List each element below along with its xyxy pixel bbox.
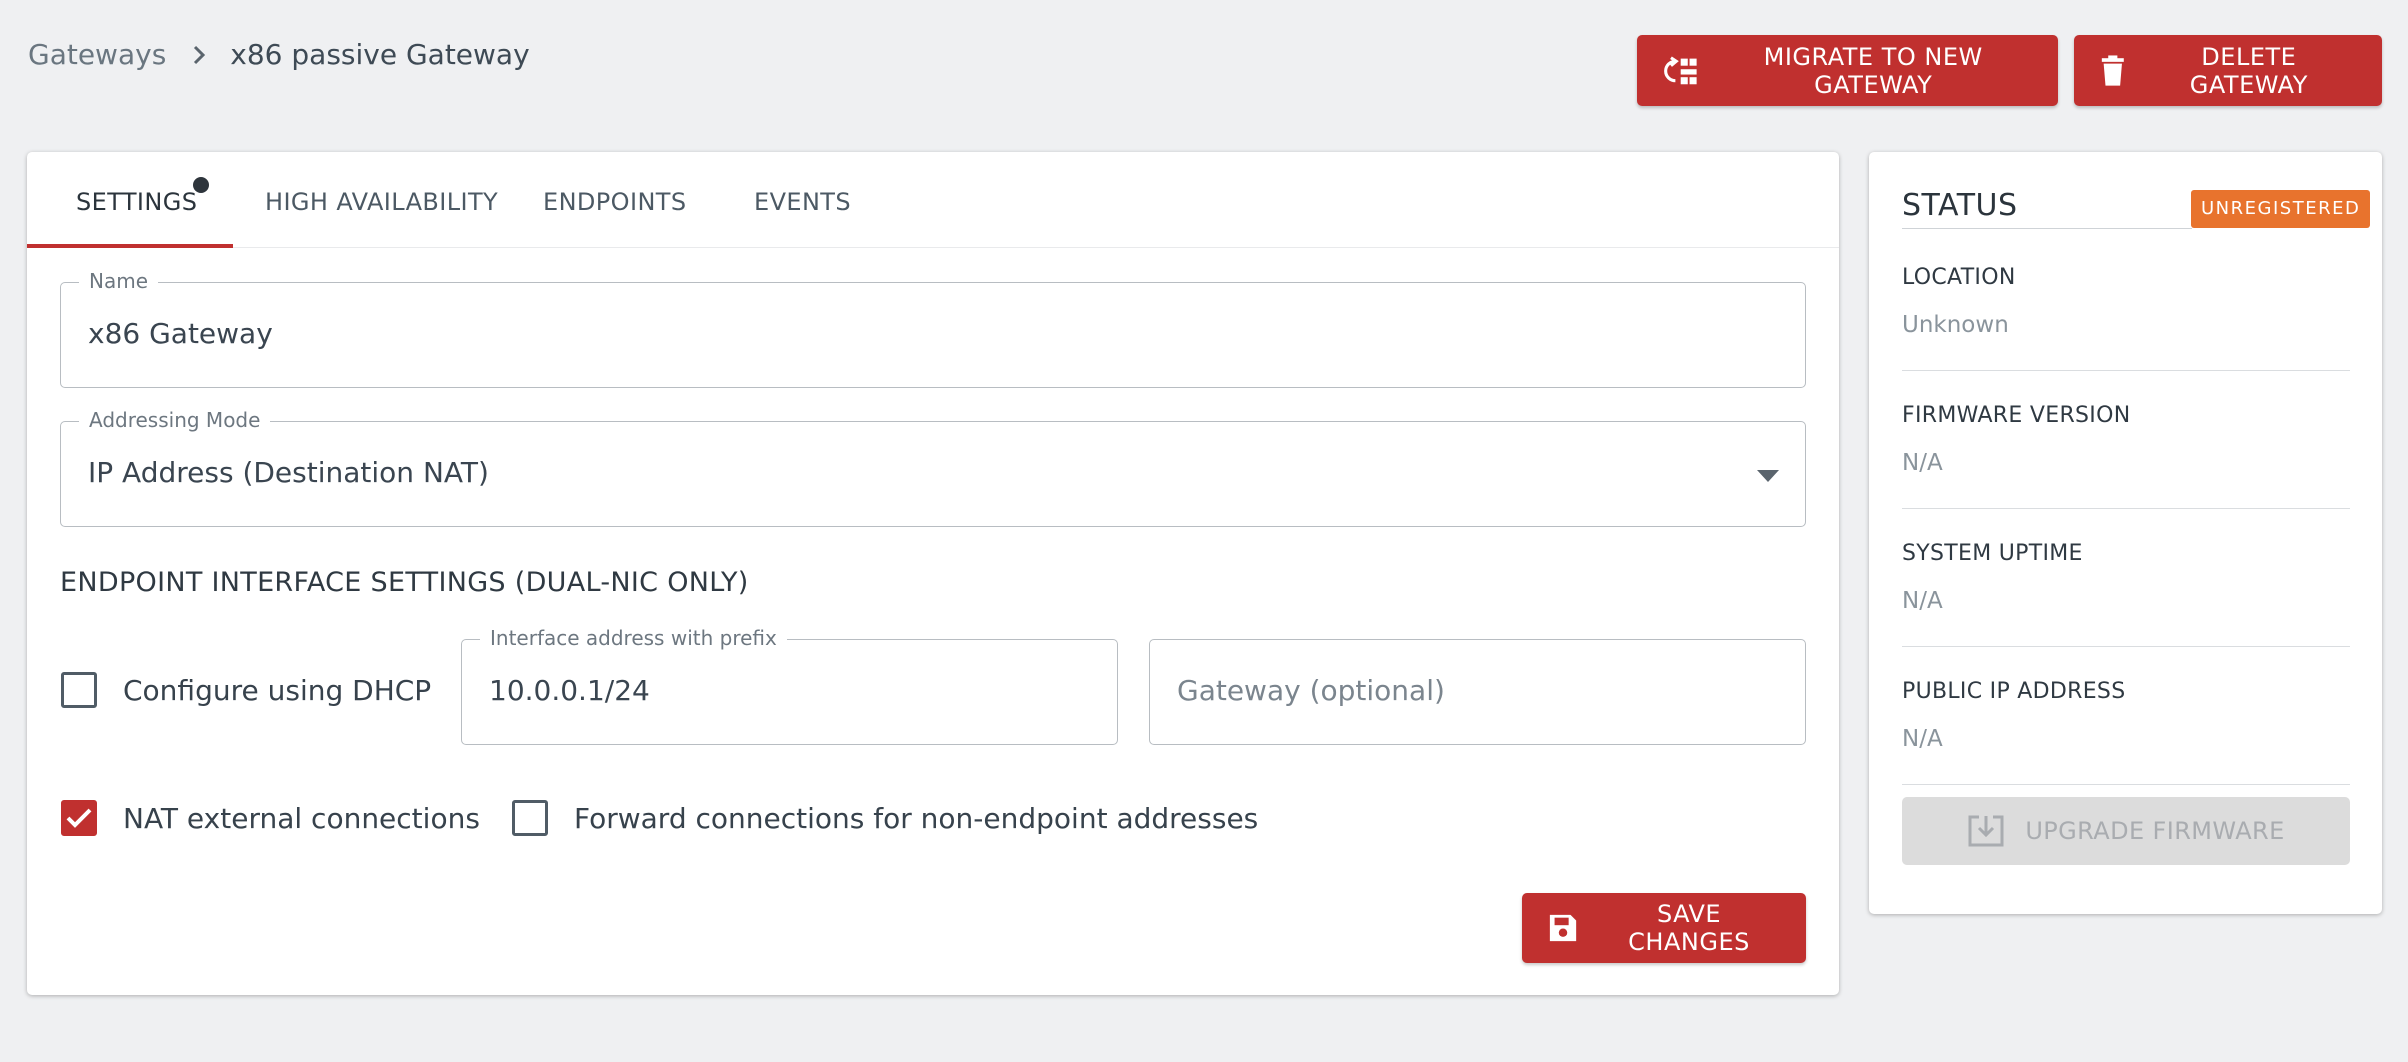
gateway-detail-page: Gateways x86 passive Gateway MIGRATE TO … <box>0 0 2408 1062</box>
breadcrumb-gateways-link[interactable]: Gateways <box>28 38 166 71</box>
unsaved-changes-dot <box>193 177 209 193</box>
dhcp-checkbox[interactable] <box>61 672 97 708</box>
active-tab-indicator <box>27 244 233 248</box>
system-uptime-label: SYSTEM UPTIME <box>1902 541 2083 566</box>
name-field-value: x86 Gateway <box>88 317 273 350</box>
floppy-disk-icon <box>1549 914 1577 942</box>
name-field[interactable]: Name x86 Gateway <box>60 269 1806 388</box>
gateway-field-placeholder: Gateway (optional) <box>1177 674 1445 707</box>
addressing-mode-label: Addressing Mode <box>79 408 271 432</box>
migrate-gateway-label: MIGRATE TO NEW GATEWAY <box>1763 42 1983 99</box>
status-title: STATUS <box>1902 188 2018 223</box>
system-uptime-value: N/A <box>1902 588 1943 614</box>
upgrade-firmware-button[interactable]: UPGRADE FIRMWARE <box>1902 797 2350 865</box>
forward-connections-checkbox-row[interactable]: Forward connections for non-endpoint add… <box>512 800 1258 836</box>
status-item-system-uptime: SYSTEM UPTIME N/A <box>1902 541 2350 647</box>
check-icon <box>66 808 92 828</box>
caret-down-icon <box>1757 470 1779 482</box>
save-changes-label: SAVE CHANGES <box>1628 900 1750 956</box>
firmware-version-label: FIRMWARE VERSION <box>1902 403 2131 428</box>
trash-icon <box>2101 54 2124 86</box>
interface-address-label: Interface address with prefix <box>480 626 787 650</box>
breadcrumb-current: x86 passive Gateway <box>230 38 530 71</box>
status-title-divider <box>1902 228 2192 229</box>
interface-address-value: 10.0.0.1/24 <box>489 674 650 707</box>
endpoint-interface-section-title: ENDPOINT INTERFACE SETTINGS (DUAL-NIC ON… <box>60 567 749 598</box>
registration-status-badge: UNREGISTERED <box>2191 190 2371 228</box>
public-ip-label: PUBLIC IP ADDRESS <box>1902 679 2126 704</box>
migrate-gateway-button[interactable]: MIGRATE TO NEW GATEWAY <box>1637 35 2058 106</box>
settings-card: SETTINGS HIGH AVAILABILITY ENDPOINTS EVE… <box>27 152 1839 995</box>
nat-external-label: NAT external connections <box>123 801 480 835</box>
addressing-mode-value: IP Address (Destination NAT) <box>88 456 489 489</box>
firmware-version-value: N/A <box>1902 450 1943 476</box>
chevron-right-icon <box>192 44 206 66</box>
tab-bar: SETTINGS HIGH AVAILABILITY ENDPOINTS EVE… <box>27 152 1839 248</box>
dhcp-checkbox-row[interactable]: Configure using DHCP <box>61 672 431 708</box>
name-field-label: Name <box>79 269 159 293</box>
forward-connections-checkbox[interactable] <box>512 800 548 836</box>
tab-settings[interactable]: SETTINGS <box>76 188 197 216</box>
delete-gateway-label: DELETE GATEWAY <box>2189 42 2308 99</box>
nat-external-checkbox[interactable] <box>61 800 97 836</box>
tab-high-availability[interactable]: HIGH AVAILABILITY <box>265 188 498 216</box>
breadcrumb: Gateways x86 passive Gateway <box>28 38 530 71</box>
location-value: Unknown <box>1902 312 2009 338</box>
nat-external-checkbox-row[interactable]: NAT external connections <box>61 800 480 836</box>
download-tray-icon <box>1968 815 2004 847</box>
swap-icon <box>1664 55 1697 84</box>
status-item-firmware-version: FIRMWARE VERSION N/A <box>1902 403 2350 509</box>
interface-address-field[interactable]: Interface address with prefix 10.0.0.1/2… <box>461 626 1118 745</box>
location-label: LOCATION <box>1902 265 2016 290</box>
tab-events[interactable]: EVENTS <box>754 188 851 216</box>
tab-endpoints[interactable]: ENDPOINTS <box>543 188 687 216</box>
top-actions: MIGRATE TO NEW GATEWAY DELETE GATEWAY <box>1637 35 2382 106</box>
addressing-mode-select[interactable]: Addressing Mode IP Address (Destination … <box>60 408 1806 527</box>
gateway-field[interactable]: Gateway (optional) <box>1149 639 1806 745</box>
status-item-public-ip: PUBLIC IP ADDRESS N/A <box>1902 679 2350 785</box>
dhcp-checkbox-label: Configure using DHCP <box>123 673 432 707</box>
status-card: STATUS UNREGISTERED LOCATION Unknown FIR… <box>1869 152 2382 914</box>
public-ip-value: N/A <box>1902 726 1943 752</box>
status-item-location: LOCATION Unknown <box>1902 265 2350 371</box>
upgrade-firmware-label: UPGRADE FIRMWARE <box>2025 817 2285 845</box>
forward-connections-label: Forward connections for non-endpoint add… <box>574 801 1259 835</box>
save-changes-button[interactable]: SAVE CHANGES <box>1522 893 1806 963</box>
delete-gateway-button[interactable]: DELETE GATEWAY <box>2074 35 2382 106</box>
